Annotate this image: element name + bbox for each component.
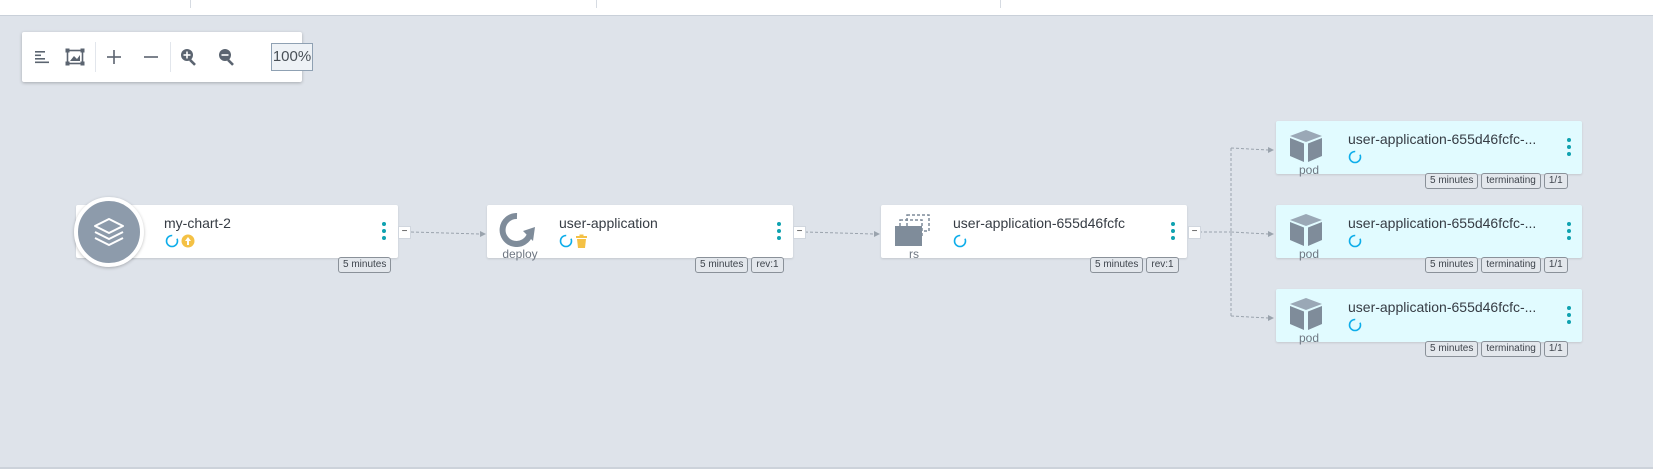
node-status xyxy=(559,234,588,248)
node-pod[interactable]: pod user-application-655d46fcfc-... 5 mi… xyxy=(1276,121,1582,189)
top-bar-divider xyxy=(190,0,191,8)
progressing-icon xyxy=(1348,318,1362,332)
node-title: user-application xyxy=(559,215,658,231)
kebab-menu-icon[interactable] xyxy=(1566,306,1572,326)
node-kind: pod xyxy=(1298,247,1320,261)
revision-badge: rev:1 xyxy=(1146,257,1179,273)
node-badges: 5 minutes xyxy=(338,257,392,273)
node-pod[interactable]: pod user-application-655d46fcfc-... 5 mi… xyxy=(1276,205,1582,273)
node-helm-chart[interactable]: my-chart-2 5 minutes xyxy=(74,197,398,273)
progressing-icon xyxy=(1348,150,1362,164)
node-badges: 5 minutes rev:1 xyxy=(695,257,784,273)
node-replicaset[interactable]: rs user-application-655d46fcfc 5 minutes… xyxy=(881,205,1187,273)
zoom-out-icon[interactable] xyxy=(214,44,240,70)
deploy-icon xyxy=(495,212,539,247)
node-status xyxy=(165,234,195,248)
age-badge: 5 minutes xyxy=(1090,257,1144,273)
progressing-icon xyxy=(1348,234,1362,248)
top-bar-divider xyxy=(596,0,597,8)
upgrade-icon xyxy=(181,234,195,248)
collapse-toggle[interactable]: − xyxy=(1188,226,1201,239)
revision-badge: rev:1 xyxy=(751,257,784,273)
collapse-toggle[interactable]: − xyxy=(793,226,806,239)
status-badge: terminating xyxy=(1481,173,1541,189)
age-badge: 5 minutes xyxy=(1425,257,1479,273)
age-badge: 5 minutes xyxy=(1425,173,1479,189)
helm-layers-icon xyxy=(74,197,144,267)
node-status xyxy=(1348,150,1362,164)
zoom-level[interactable]: 100% xyxy=(271,43,313,71)
kebab-menu-icon[interactable] xyxy=(1566,222,1572,242)
replicaset-icon xyxy=(889,213,933,247)
progressing-icon xyxy=(953,234,967,248)
align-left-icon[interactable] xyxy=(29,44,55,70)
node-badges: 5 minutes terminating 1/1 xyxy=(1425,173,1568,189)
node-pod[interactable]: pod user-application-655d46fcfc-... 5 mi… xyxy=(1276,289,1582,357)
age-badge: 5 minutes xyxy=(1425,341,1479,357)
progressing-icon xyxy=(559,234,573,248)
node-title: user-application-655d46fcfc xyxy=(953,215,1125,231)
node-badges: 5 minutes terminating 1/1 xyxy=(1425,341,1568,357)
ready-badge: 1/1 xyxy=(1543,257,1568,273)
status-badge: terminating xyxy=(1481,257,1541,273)
toolbar-divider xyxy=(170,42,171,72)
pod-cube-icon xyxy=(1284,213,1328,247)
ready-badge: 1/1 xyxy=(1543,173,1568,189)
graph-toolbar: 100% xyxy=(22,32,313,82)
node-badges: 5 minutes terminating 1/1 xyxy=(1425,257,1568,273)
node-deployment[interactable]: deploy user-application 5 minutes rev:1 xyxy=(487,205,793,273)
kebab-menu-icon[interactable] xyxy=(1566,138,1572,158)
kebab-menu-icon[interactable] xyxy=(1170,222,1176,242)
top-bar xyxy=(0,0,1653,16)
kebab-menu-icon[interactable] xyxy=(776,222,782,242)
pod-cube-icon xyxy=(1284,297,1328,331)
node-kind: rs xyxy=(909,247,919,261)
age-badge: 5 minutes xyxy=(695,257,749,273)
age-badge: 5 minutes xyxy=(338,257,392,273)
node-title: user-application-655d46fcfc-... xyxy=(1348,215,1537,231)
node-kind: pod xyxy=(1298,331,1320,345)
node-status xyxy=(1348,234,1362,248)
node-title: user-application-655d46fcfc-... xyxy=(1348,131,1537,147)
pod-cube-icon xyxy=(1284,129,1328,163)
node-kind: pod xyxy=(1298,163,1320,177)
fit-to-screen-icon[interactable] xyxy=(62,44,88,70)
status-badge: terminating xyxy=(1481,341,1541,357)
toolbar-divider xyxy=(95,42,96,72)
zoom-in-icon[interactable] xyxy=(176,44,202,70)
node-badges: 5 minutes rev:1 xyxy=(1090,257,1179,273)
node-kind: deploy xyxy=(502,247,538,261)
trash-icon xyxy=(576,234,587,248)
top-bar-divider xyxy=(1000,0,1001,8)
ready-badge: 1/1 xyxy=(1543,341,1568,357)
plus-icon[interactable] xyxy=(101,44,127,70)
node-title: user-application-655d46fcfc-... xyxy=(1348,299,1537,315)
node-status xyxy=(953,234,967,248)
kebab-menu-icon[interactable] xyxy=(381,222,387,242)
collapse-toggle[interactable]: − xyxy=(398,226,411,239)
node-title: my-chart-2 xyxy=(164,215,231,231)
progressing-icon xyxy=(165,234,179,248)
node-status xyxy=(1348,318,1362,332)
minus-icon[interactable] xyxy=(138,44,164,70)
